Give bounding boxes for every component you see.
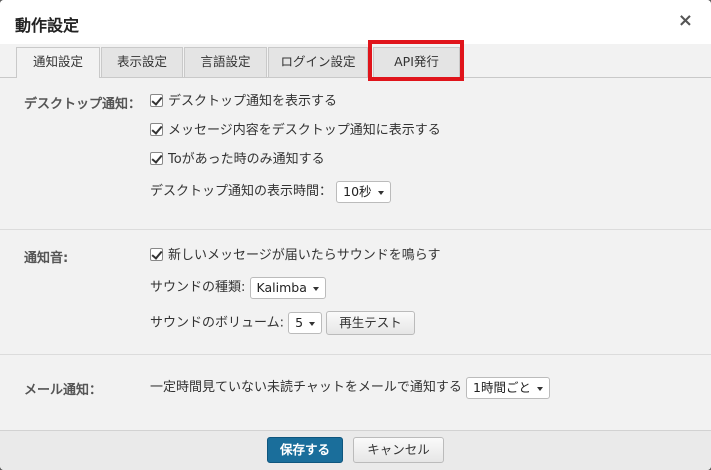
- sound-volume-row: サウンドのボリューム: 5 再生テスト: [150, 311, 415, 335]
- checkbox-checked-icon[interactable]: [150, 248, 163, 261]
- dialog-title: 動作設定: [15, 16, 80, 35]
- dialog-header: 動作設定 ×: [0, 0, 711, 45]
- desktop-option-to-only[interactable]: Toがあった時のみ通知する: [150, 148, 325, 172]
- sound-test-button[interactable]: 再生テスト: [326, 311, 415, 335]
- dialog-body: 通知設定 表示設定 言語設定 ログイン設定 API発行 デスクトップ通知： デス…: [0, 40, 711, 430]
- section-divider: [0, 354, 711, 355]
- sound-type-row: サウンドの種類: Kalimba: [150, 276, 326, 300]
- sound-option[interactable]: 新しいメッセージが届いたらサウンドを鳴らす: [150, 244, 440, 268]
- mail-text: 一定時間見ていない未読チャットをメールで通知する: [150, 380, 462, 395]
- desktop-option-show[interactable]: デスクトップ通知を表示する: [150, 90, 337, 114]
- option-label: Toがあった時のみ通知する: [168, 152, 325, 167]
- section-divider: [0, 229, 711, 230]
- cancel-button[interactable]: キャンセル: [353, 437, 444, 463]
- checkbox-checked-icon[interactable]: [150, 123, 163, 136]
- tab-login[interactable]: ログイン設定: [268, 47, 368, 77]
- option-label: デスクトップ通知を表示する: [168, 94, 338, 109]
- mail-interval-select[interactable]: 1時間ごと: [466, 376, 550, 399]
- sound-label: 通知音:: [24, 251, 69, 266]
- checkbox-checked-icon[interactable]: [150, 152, 163, 165]
- tab-language[interactable]: 言語設定: [184, 47, 267, 77]
- desktop-option-content[interactable]: メッセージ内容をデスクトップ通知に表示する: [150, 119, 441, 143]
- save-button[interactable]: 保存する: [267, 437, 343, 463]
- sound-type-label: サウンドの種類:: [150, 280, 246, 295]
- duration-label: デスクトップ通知の表示時間：: [150, 184, 333, 199]
- tab-notification[interactable]: 通知設定: [16, 47, 100, 78]
- tab-display[interactable]: 表示設定: [101, 47, 183, 77]
- desktop-duration-row: デスクトップ通知の表示時間： 10秒: [150, 180, 391, 204]
- option-label: 新しいメッセージが届いたらサウンドを鳴らす: [168, 248, 441, 263]
- sound-volume-value: 5: [295, 315, 304, 330]
- tab-bar: 通知設定 表示設定 言語設定 ログイン設定 API発行: [0, 40, 711, 81]
- tab-api[interactable]: API発行: [373, 47, 460, 77]
- duration-select[interactable]: 10秒: [336, 180, 391, 203]
- settings-dialog: 動作設定 × 通知設定 表示設定 言語設定 ログイン設定 API発行 デスクトッ…: [0, 0, 711, 470]
- dialog-footer: 保存する キャンセル: [0, 430, 711, 470]
- chevron-down-icon: [312, 286, 319, 291]
- chevron-down-icon: [309, 322, 316, 326]
- duration-value: 10秒: [343, 183, 372, 199]
- chevron-down-icon: [536, 386, 543, 391]
- mail-interval-value: 1時間ごと: [473, 379, 531, 395]
- mail-label: メール通知：: [24, 383, 103, 398]
- sound-volume-select[interactable]: 5: [288, 312, 323, 334]
- desktop-label: デスクトップ通知：: [24, 97, 142, 112]
- sound-type-select[interactable]: Kalimba: [249, 276, 326, 299]
- option-label: メッセージ内容をデスクトップ通知に表示する: [168, 123, 441, 138]
- mail-row: 一定時間見ていない未読チャットをメールで通知する 1時間ごと: [150, 376, 550, 400]
- chevron-down-icon: [377, 190, 384, 195]
- close-icon[interactable]: ×: [678, 10, 693, 31]
- sound-type-value: Kalimba: [256, 279, 307, 295]
- sound-volume-label: サウンドのボリューム:: [150, 315, 284, 331]
- checkbox-checked-icon[interactable]: [150, 94, 163, 107]
